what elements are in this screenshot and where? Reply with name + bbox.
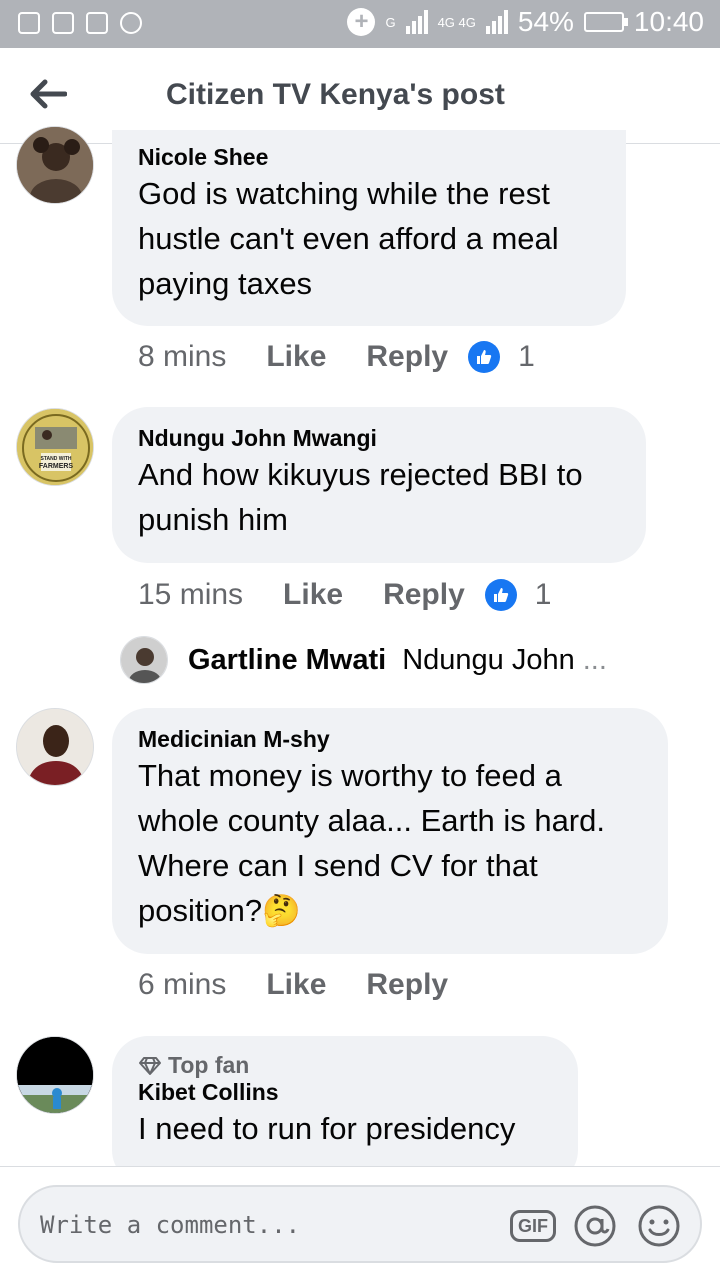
comment-text-line: And how kikuyus rejected BBI to — [138, 457, 583, 492]
reaction-count[interactable]: 1 — [518, 340, 535, 374]
notification-icons — [18, 12, 142, 34]
reply-ellipsis: ... — [582, 643, 607, 676]
comment-author[interactable]: Ndungu John Mwangi — [138, 425, 620, 452]
top-fan-badge[interactable]: Top fan — [138, 1052, 552, 1079]
comment-text-line: hustle can't even afford a meal — [138, 221, 559, 256]
like-button[interactable]: Like — [283, 578, 343, 612]
comment-composer-bar: GIF — [0, 1166, 720, 1280]
at-sign-icon — [574, 1205, 616, 1247]
reaction-count[interactable]: 1 — [535, 578, 552, 612]
comment-time[interactable]: 15 mins — [138, 578, 243, 612]
avatar[interactable]: STAND WITH FARMERS — [16, 408, 94, 486]
avatar-caption: FARMERS — [39, 463, 74, 470]
reply-author[interactable]: Gartline Mwati — [188, 644, 386, 677]
comment-composer[interactable]: GIF — [18, 1185, 702, 1263]
message-icon — [18, 12, 40, 34]
page-title: Citizen TV Kenya's post — [166, 78, 505, 111]
signal-2-icon — [485, 10, 508, 34]
profile-photo — [17, 1037, 93, 1113]
reply-button[interactable]: Reply — [366, 340, 448, 374]
reply-snippet: Ndungu John — [402, 643, 575, 676]
comment-bubble[interactable]: Nicole Shee God is watching while the re… — [112, 130, 626, 326]
avatar[interactable] — [16, 126, 94, 204]
reply-preview[interactable]: Gartline Mwati Ndungu John ... — [120, 636, 607, 684]
comment-text-line: paying taxes — [138, 266, 313, 301]
battery-percent: 54% — [517, 6, 574, 37]
avatar-caption: STAND WITH — [40, 456, 71, 462]
gif-button[interactable]: GIF — [510, 1203, 556, 1249]
profile-photo — [121, 637, 167, 683]
gif-label: GIF — [510, 1210, 556, 1242]
comment-input[interactable] — [40, 1205, 480, 1245]
like-reaction-icon[interactable] — [468, 341, 501, 373]
profile-photo: STAND WITH FARMERS — [17, 409, 93, 485]
image-icon — [52, 12, 74, 34]
mention-button[interactable] — [572, 1203, 618, 1249]
profile-photo — [17, 127, 93, 203]
avatar[interactable] — [16, 1036, 94, 1114]
emoji-button[interactable] — [636, 1203, 682, 1249]
back-button[interactable] — [26, 72, 70, 116]
like-button[interactable]: Like — [266, 340, 326, 374]
comment-text-line: whole county alaa... Earth is hard. — [138, 803, 605, 838]
comment-time[interactable]: 6 mins — [138, 968, 226, 1002]
comment-author[interactable]: Kibet Collins — [138, 1079, 552, 1106]
status-bar: + G 4G 4G 54% 10:40 — [0, 0, 720, 48]
signal-1-icon — [405, 10, 428, 34]
reply-button[interactable]: Reply — [383, 578, 465, 612]
comment-author[interactable]: Medicinian M-shy — [138, 726, 642, 753]
top-fan-label: Top fan — [168, 1052, 250, 1078]
comment-actions: 15 mins Like Reply 1 — [138, 578, 551, 612]
comment-actions: 8 mins Like Reply 1 — [138, 340, 535, 374]
comment-bubble[interactable]: Ndungu John Mwangi And how kikuyus rejec… — [112, 407, 646, 563]
comment-actions: 6 mins Like Reply — [138, 968, 488, 1002]
profile-photo — [17, 709, 93, 785]
comment-time[interactable]: 8 mins — [138, 340, 226, 374]
avatar[interactable] — [120, 636, 168, 684]
comment-bubble[interactable]: Top fan Kibet Collins I need to run for … — [112, 1036, 578, 1186]
apps-icon — [86, 12, 108, 34]
comment-text-line: God is watching while the rest — [138, 176, 550, 211]
battery-icon — [583, 12, 628, 32]
comment-text-line: I need to run for presidency — [138, 1111, 516, 1146]
comment-text-line: punish him — [138, 502, 288, 537]
like-button[interactable]: Like — [266, 968, 326, 1002]
system-indicators: + G 4G 4G 54% 10:40 — [347, 6, 704, 38]
comment-bubble[interactable]: Medicinian M-shy That money is worthy to… — [112, 708, 668, 954]
reply-button[interactable]: Reply — [366, 968, 448, 1002]
sync-icon — [120, 12, 142, 34]
arrow-left-icon — [30, 79, 67, 109]
comment-text-line: Where can I send CV for that — [138, 848, 538, 883]
network-2-label: 4G 4G — [437, 14, 476, 30]
network-1-label: G — [385, 14, 396, 30]
clock: 10:40 — [633, 6, 704, 37]
comment-author[interactable]: Nicole Shee — [138, 144, 600, 171]
comment-text-line: That money is worthy to feed a — [138, 758, 562, 793]
like-reaction-icon[interactable] — [484, 579, 517, 611]
avatar[interactable] — [16, 708, 94, 786]
smiley-icon — [638, 1205, 680, 1247]
comment-text-line: position?🤔 — [138, 893, 301, 928]
data-saver-icon: + — [347, 8, 376, 36]
diamond-icon — [139, 1056, 161, 1075]
